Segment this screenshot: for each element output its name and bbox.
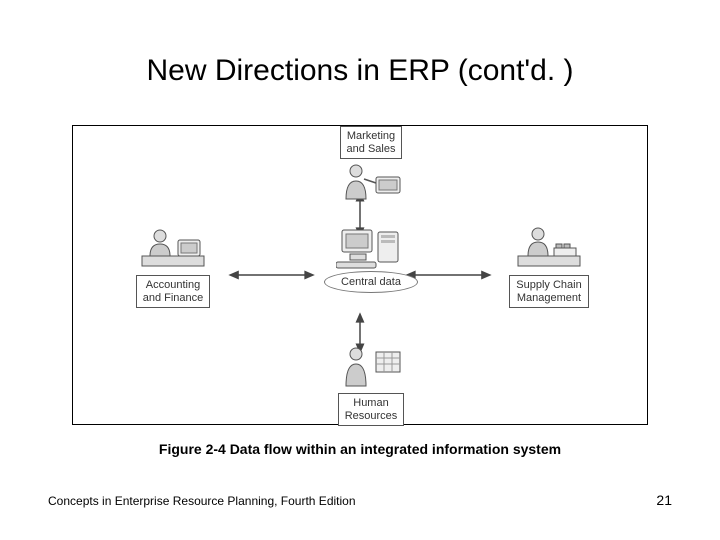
figure-caption: Figure 2-4 Data flow within an integrate… (0, 441, 720, 457)
footer-source: Concepts in Enterprise Resource Planning… (48, 494, 356, 508)
top-label: Marketing and Sales (340, 126, 403, 159)
accountant-icon (138, 226, 208, 271)
slide-title: New Directions in ERP (cont'd. ) (0, 54, 720, 88)
slide: New Directions in ERP (cont'd. ) (0, 0, 720, 540)
hr-person-icon (336, 344, 406, 389)
right-node: Supply Chain Management (489, 226, 609, 308)
center-node: Central data (321, 226, 421, 293)
salesperson-icon (336, 159, 406, 204)
left-label: Accounting and Finance (136, 275, 211, 308)
supplychain-icon (514, 226, 584, 271)
left-node: Accounting and Finance (113, 226, 233, 308)
figure-frame: Central data Marketing and Sales Accou (72, 125, 648, 425)
right-label: Supply Chain Management (509, 275, 588, 308)
bottom-node: Human Resources (321, 344, 421, 426)
bottom-label: Human Resources (338, 393, 405, 426)
page-number: 21 (656, 492, 672, 508)
top-node: Marketing and Sales (321, 122, 421, 204)
computer-icon (336, 226, 406, 271)
center-label: Central data (324, 271, 418, 293)
